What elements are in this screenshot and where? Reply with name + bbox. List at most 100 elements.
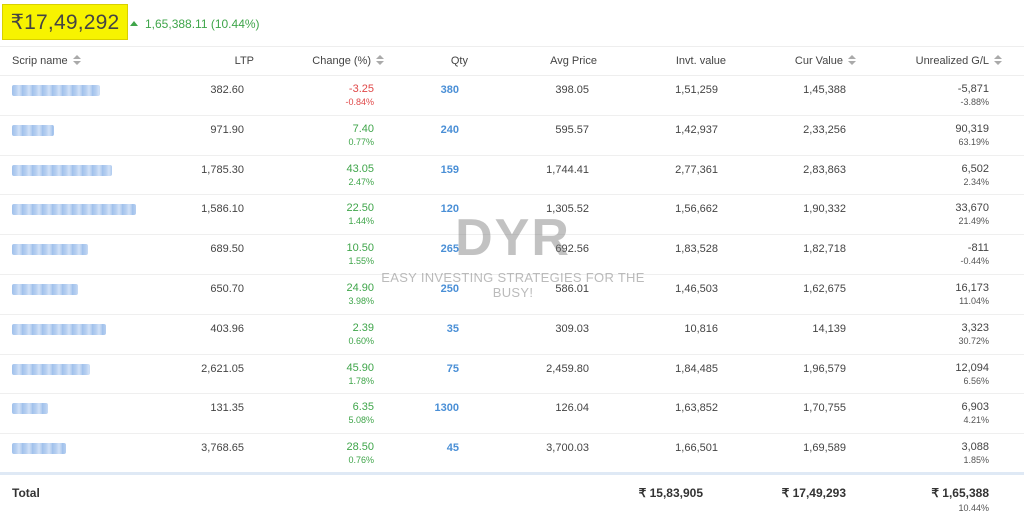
change-pct: 0.76% [348,455,374,466]
unrealized-cell: 90,319 63.19% [955,123,989,147]
unrealized-pct: 4.21% [963,415,989,426]
cur-value: 2,33,256 [803,123,846,136]
unrealized-cell: 16,173 11.04% [955,282,989,306]
change-cell: -3.25 -0.84% [345,83,374,107]
table-row[interactable]: 403.96 2.39 0.60% 35 309.03 10,816 14,13… [0,315,1024,355]
avg-price-value: 3,700.03 [546,442,589,455]
unrealized-pct: 21.49% [958,216,989,227]
qty-value: 240 [440,123,459,136]
change-cell: 2.39 0.60% [348,322,374,346]
scrip-name[interactable] [12,164,112,176]
current-total-value: ₹17,49,292 [10,10,120,34]
scrip-name[interactable] [12,443,66,455]
scrip-name[interactable] [12,85,100,96]
ltp-value: 131.35 [210,402,244,415]
col-cur-label: Cur Value [794,55,843,67]
qty-value: 1300 [434,402,459,415]
change-value: 24.90 [346,281,374,294]
total-row: Total ₹ 15,83,905 ₹ 17,49,293 ₹ 1,65,388… [0,472,1024,515]
scrip-name[interactable] [12,283,78,295]
table-row[interactable]: 3,768.65 28.50 0.76% 45 3,700.03 1,66,50… [0,434,1024,474]
unrealized-value: 90,319 [955,122,989,135]
change-value: -3.25 [348,83,374,95]
holdings-table-body: 382.60 -3.25 -0.84% 380 398.05 1,51,259 … [0,76,1024,474]
scrip-name[interactable] [12,124,54,136]
unrealized-value: -811 [967,242,989,255]
col-unrealized[interactable]: Unrealized G/L [916,55,1002,67]
col-scrip-label: Scrip name [12,55,68,67]
unrealized-value: 3,323 [961,321,989,334]
unrealized-cell: 33,670 21.49% [955,202,989,226]
qty-value: 159 [440,163,459,176]
sort-icon[interactable] [994,55,1002,67]
col-ltp[interactable]: LTP [235,55,254,67]
cur-value: 1,45,388 [803,84,846,96]
sort-icon[interactable] [72,55,81,67]
ltp-value: 382.60 [210,84,244,96]
table-row[interactable]: 689.50 10.50 1.55% 265 692.56 1,83,528 1… [0,235,1024,275]
qty-value: 35 [446,322,459,335]
scrip-name[interactable] [12,323,106,335]
unrealized-cell: 3,323 30.72% [958,322,989,346]
sort-icon[interactable] [848,55,856,67]
total-cur-value: ₹ 17,49,293 [781,486,846,500]
invt-value: 1,83,528 [675,243,718,256]
change-value: 28.50 [346,441,374,454]
qty-value: 380 [440,84,459,96]
cur-value: 14,139 [812,322,846,335]
col-qty[interactable]: Qty [451,55,468,67]
avg-price-value: 692.56 [555,243,589,256]
change-cell: 10.50 1.55% [346,242,374,266]
day-change: 1,65,388.11 (10.44%) [130,17,260,31]
table-row[interactable]: 971.90 7.40 0.77% 240 595.57 1,42,937 2,… [0,116,1024,156]
change-cell: 6.35 5.08% [348,401,374,425]
table-row[interactable]: 131.35 6.35 5.08% 1300 126.04 1,63,852 1… [0,394,1024,435]
total-unrealized-pct: 10.44% [958,503,989,513]
unrealized-pct: -3.88% [960,97,989,107]
total-unrealized: ₹ 1,65,388 10.44% [931,486,989,513]
table-row[interactable]: 1,785.30 43.05 2.47% 159 1,744.41 2,77,3… [0,156,1024,196]
change-cell: 24.90 3.98% [346,282,374,306]
scrip-name[interactable] [12,244,88,256]
invt-value: 1,42,937 [675,123,718,136]
scrip-name[interactable] [12,204,136,216]
sort-icon[interactable] [376,55,384,67]
scrip-name[interactable] [12,403,48,415]
table-row[interactable]: 1,586.10 22.50 1.44% 120 1,305.52 1,56,6… [0,195,1024,236]
scrip-name[interactable] [12,363,90,375]
portfolio-summary-bar: ₹17,49,292 1,65,388.11 (10.44%) [0,0,1024,46]
col-scrip-name[interactable]: Scrip name [12,55,81,67]
unrealized-value: -5,871 [957,83,989,95]
change-value: 10.50 [346,242,374,255]
ltp-value: 650.70 [210,282,244,295]
col-change[interactable]: Change (%) [312,55,384,67]
ltp-value: 1,586.10 [201,203,244,216]
cur-value: 2,83,863 [803,163,846,176]
change-pct: 0.77% [348,136,374,147]
table-row[interactable]: 650.70 24.90 3.98% 250 586.01 1,46,503 1… [0,275,1024,315]
ltp-value: 2,621.05 [201,362,244,375]
unrealized-value: 6,903 [961,401,989,414]
ltp-value: 1,785.30 [201,163,244,176]
change-cell: 45.90 1.78% [346,362,374,386]
col-ltp-label: LTP [234,55,254,67]
unrealized-value: 12,094 [955,361,989,374]
current-value-highlight: ₹17,49,292 [2,4,128,40]
avg-price-value: 398.05 [555,84,589,96]
col-cur-value[interactable]: Cur Value [795,55,856,67]
avg-price-value: 595.57 [555,123,589,136]
invt-value: 1,56,662 [675,203,718,216]
col-avg-price[interactable]: Avg Price [550,55,597,67]
table-row[interactable]: 2,621.05 45.90 1.78% 75 2,459.80 1,84,48… [0,355,1024,395]
cur-value: 1,96,579 [803,362,846,375]
ltp-value: 403.96 [210,322,244,335]
cur-value: 1,62,675 [803,282,846,295]
change-value: 7.40 [352,122,374,135]
up-arrow-icon [130,21,138,26]
table-header: Scrip name LTP Change (%) Qty Avg Price … [0,46,1024,76]
col-invt-value[interactable]: Invt. value [676,55,726,67]
change-cell: 22.50 1.44% [346,202,374,226]
unrealized-value: 3,088 [961,441,989,454]
table-row[interactable]: 382.60 -3.25 -0.84% 380 398.05 1,51,259 … [0,76,1024,116]
avg-price-value: 1,744.41 [546,163,589,176]
